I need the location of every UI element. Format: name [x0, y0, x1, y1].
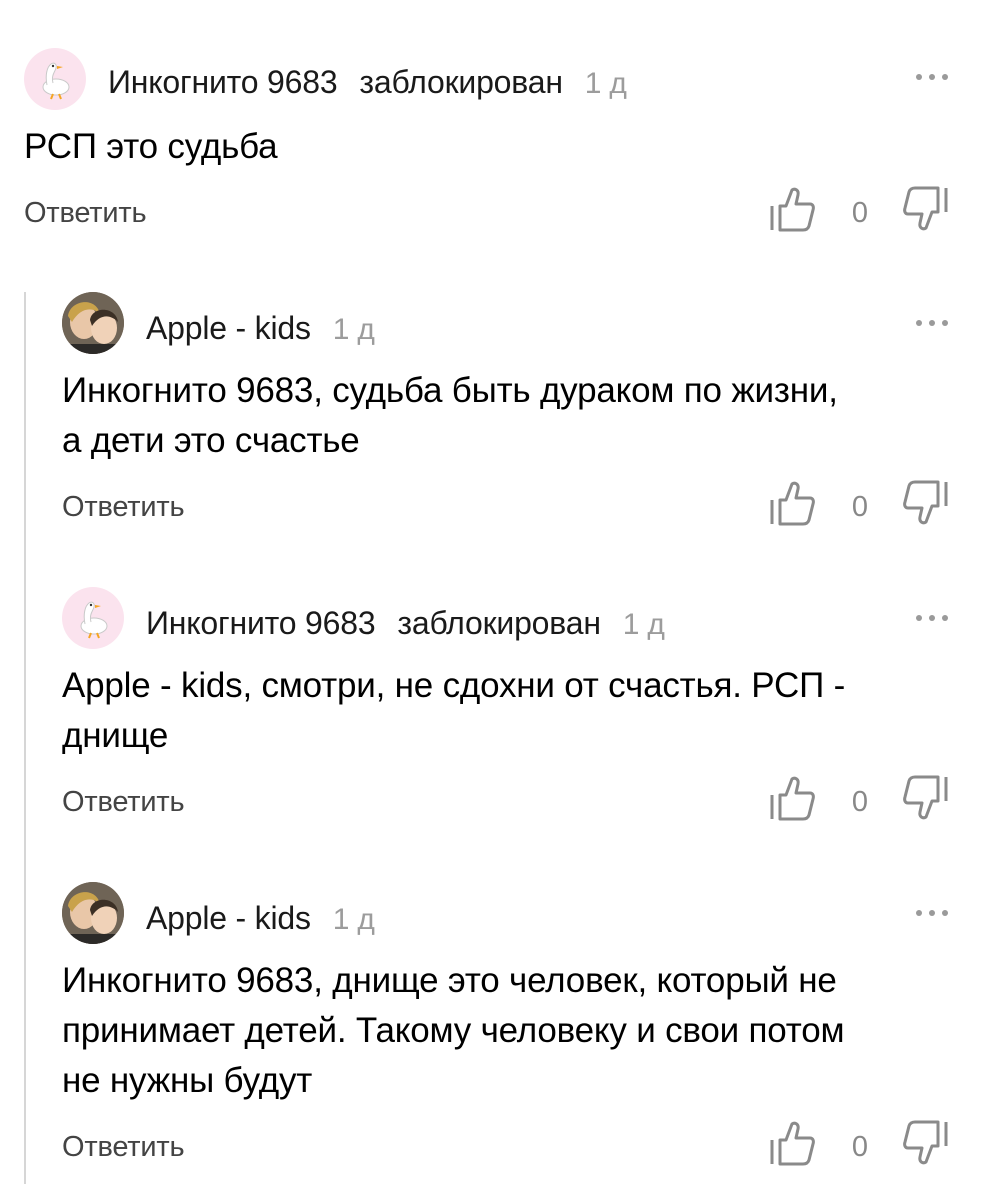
comment-text-line: Инкогнито 9683, судьба быть дураком по ж…	[62, 371, 838, 410]
blocked-label: заблокирован	[397, 605, 601, 641]
comment-time: 1 д	[584, 67, 627, 100]
blocked-label: заблокирован	[359, 64, 563, 100]
avatar[interactable]	[24, 48, 86, 110]
user-photo	[62, 292, 124, 354]
comment-text: Apple - kids, смотри, не сдохни от счаст…	[62, 661, 845, 761]
comment-text-line: РСП это судьба	[24, 127, 278, 166]
likes-count: 0	[851, 197, 868, 229]
comment-header: Apple - kids 1 д	[146, 900, 375, 938]
thumbs-down-icon[interactable]	[902, 1118, 950, 1168]
author-name[interactable]: Apple - kids	[146, 310, 311, 346]
reply-button[interactable]: Ответить	[24, 196, 147, 230]
thumbs-down-icon[interactable]	[902, 478, 950, 528]
author-name[interactable]: Инкогнито 9683	[146, 605, 376, 641]
comment-header: Apple - kids 1 д	[146, 310, 375, 348]
thumbs-up-icon[interactable]	[768, 184, 816, 234]
comment-time: 1 д	[332, 313, 375, 346]
comment-text: РСП это судьба	[24, 122, 278, 172]
reply-button[interactable]: Ответить	[62, 785, 185, 819]
comment-text: Инкогнито 9683, днище это человек, котор…	[62, 956, 845, 1106]
goose-icon	[42, 62, 70, 100]
avatar[interactable]	[62, 292, 124, 354]
more-options-icon[interactable]	[914, 72, 950, 82]
likes-count: 0	[851, 786, 868, 818]
comment-text-line: а дети это счастье	[62, 421, 360, 460]
more-options-icon[interactable]	[914, 908, 950, 918]
thumbs-up-icon[interactable]	[768, 478, 816, 528]
comment-text-line: Apple - kids, смотри, не сдохни от счаст…	[62, 666, 846, 705]
likes-count: 0	[851, 491, 868, 523]
comment-time: 1 д	[332, 903, 375, 936]
thumbs-up-icon[interactable]	[768, 773, 816, 823]
thumbs-up-icon[interactable]	[768, 1118, 816, 1168]
comment-time: 1 д	[622, 608, 665, 641]
user-photo	[62, 882, 124, 944]
comment-text-line: не нужны будут	[62, 1061, 313, 1100]
comment-text-line: принимает детей. Такому человеку и свои …	[62, 1011, 845, 1050]
comment-header: Инкогнито 9683 заблокирован 1 д	[146, 605, 665, 643]
reply-button[interactable]: Ответить	[62, 1130, 185, 1164]
comments-page: Инкогнито 9683 заблокирован 1 д РСП это су…	[0, 0, 994, 1200]
likes-count: 0	[851, 1131, 868, 1163]
comment-header: Инкогнито 9683 заблокирован 1 д	[108, 64, 627, 102]
author-name[interactable]: Apple - kids	[146, 900, 311, 936]
comment-text-line: днище	[62, 716, 169, 755]
more-options-icon[interactable]	[914, 318, 950, 328]
avatar[interactable]	[62, 587, 124, 649]
avatar[interactable]	[62, 882, 124, 944]
author-name[interactable]: Инкогнито 9683	[108, 64, 338, 100]
reply-thread-line	[24, 292, 26, 1184]
thumbs-down-icon[interactable]	[902, 184, 950, 234]
comment-text: Инкогнито 9683, судьба быть дураком по ж…	[62, 366, 838, 466]
comment-text-line: Инкогнито 9683, днище это человек, котор…	[62, 961, 837, 1000]
goose-icon	[80, 601, 108, 639]
more-options-icon[interactable]	[914, 613, 950, 623]
reply-button[interactable]: Ответить	[62, 490, 185, 524]
thumbs-down-icon[interactable]	[902, 773, 950, 823]
